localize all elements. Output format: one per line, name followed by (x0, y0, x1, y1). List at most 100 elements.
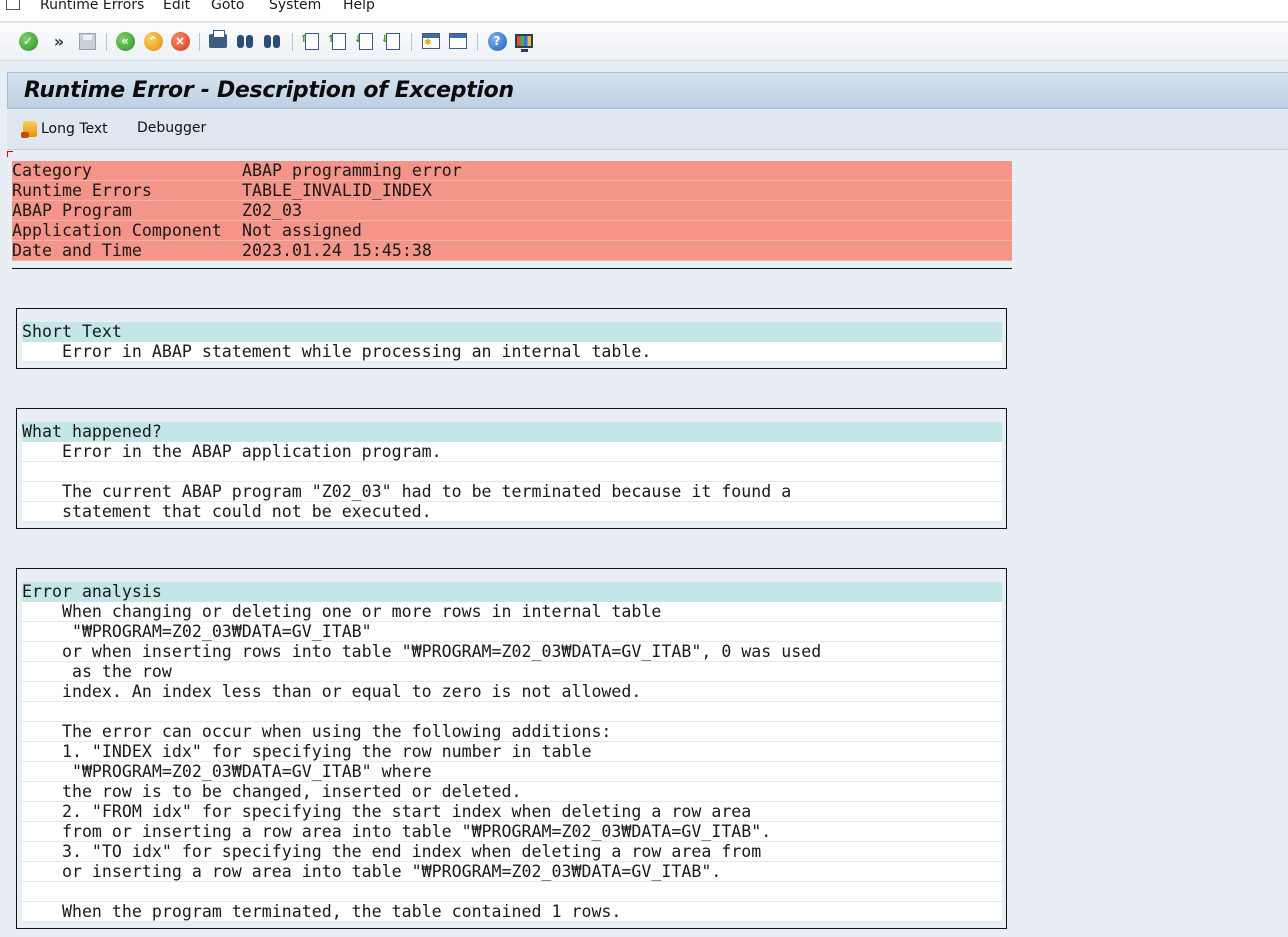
text-line: statement that could not be executed. (22, 502, 1002, 522)
text-line: The error can occur when using the follo… (22, 722, 1002, 742)
text-line: 2. "FROM idx" for specifying the start i… (22, 802, 1002, 822)
text-line (22, 702, 1002, 722)
check-icon: ✓ (18, 31, 38, 51)
toolbar-separator (292, 33, 293, 51)
header-fields: Category ABAP programming error Runtime … (12, 161, 1012, 261)
field-label: ABAP Program (12, 201, 132, 220)
help-button[interactable]: ? (486, 30, 508, 52)
text-line: 3. "TO idx" for specifying the end index… (22, 842, 1002, 862)
previous-page-icon: ↑ (327, 32, 346, 50)
title-bar: Runtime Error - Description of Exception (7, 72, 1288, 109)
header-row-runtime-errors: Runtime Errors TABLE_INVALID_INDEX (12, 181, 1012, 201)
text-line: index. An index less than or equal to ze… (22, 682, 1002, 702)
next-page-button[interactable]: ↓ (354, 30, 377, 52)
save-icon (78, 32, 96, 50)
exit-button[interactable]: ⌃ (142, 30, 164, 52)
menu-edit[interactable]: Edit (163, 0, 190, 13)
error-analysis-section: Error analysis When changing or deleting… (16, 568, 1007, 929)
scroll-icon (21, 120, 39, 138)
section-heading: Error analysis (22, 582, 1002, 602)
back-icon: « (115, 31, 135, 51)
field-value: Z02_03 (242, 201, 302, 220)
text-line: or inserting a row area into table "₩PRO… (22, 862, 1002, 882)
standard-toolbar: ✓ » « ⌃ × ⇑ ↑ ↓ ⇓ ✱ ? (0, 23, 1288, 61)
text-line: "₩PROGRAM=Z02_03₩DATA=GV_ITAB" (22, 622, 1002, 642)
create-session-button[interactable]: ✱ (420, 30, 442, 52)
find-next-button[interactable] (261, 30, 283, 52)
text-line: When changing or deleting one or more ro… (22, 602, 1002, 622)
header-row-category: Category ABAP programming error (12, 161, 1012, 181)
toolbar-separator (477, 33, 478, 51)
text-line (22, 462, 1002, 482)
debugger-label: Debugger (137, 120, 207, 136)
monitor-icon (515, 34, 533, 52)
text-line: or when inserting rows into table "₩PROG… (22, 642, 1002, 662)
long-text-button[interactable]: Long Text (21, 120, 108, 138)
text-line: 1. "INDEX idx" for specifying the row nu… (22, 742, 1002, 762)
exit-icon: ⌃ (143, 31, 163, 51)
what-happened-section: What happened? Error in the ABAP applica… (16, 408, 1007, 529)
last-page-button[interactable]: ⇓ (381, 30, 404, 52)
menu-help[interactable]: Help (343, 0, 375, 13)
field-label: Application Component (12, 221, 222, 240)
save-button[interactable] (76, 30, 98, 52)
create-shortcut-button[interactable] (447, 30, 469, 52)
section-heading: What happened? (22, 422, 1002, 442)
cancel-button[interactable]: × (169, 30, 191, 52)
text-line: the row is to be changed, inserted or de… (22, 782, 1002, 802)
last-page-icon: ⇓ (381, 32, 400, 50)
field-label: Date and Time (12, 241, 142, 260)
binoculars-plus-icon (263, 33, 281, 49)
short-text-section: Short Text Error in ABAP statement while… (16, 308, 1007, 369)
command-field-toggle[interactable]: » (48, 30, 70, 52)
text-line: Error in ABAP statement while processing… (22, 342, 1002, 362)
menu-icon[interactable] (6, 0, 20, 10)
binoculars-icon (236, 33, 254, 49)
text-line: from or inserting a row area into table … (22, 822, 1002, 842)
focus-corner (7, 151, 13, 157)
first-page-button[interactable]: ⇑ (300, 30, 323, 52)
new-session-icon: ✱ (422, 33, 440, 49)
next-page-icon: ↓ (354, 32, 373, 50)
shortcut-icon (449, 33, 467, 49)
page-title: Runtime Error - Description of Exception (24, 78, 514, 103)
field-value: TABLE_INVALID_INDEX (242, 181, 432, 200)
toolbar-separator (106, 33, 107, 51)
field-value: Not assigned (242, 221, 362, 240)
layout-menu-button[interactable] (513, 30, 535, 52)
find-button[interactable] (234, 30, 256, 52)
header-divider (12, 268, 1012, 269)
first-page-icon: ⇑ (300, 32, 319, 50)
menu-runtime-errors[interactable]: Runtime Errors (40, 0, 144, 13)
enter-button[interactable]: ✓ (17, 30, 39, 52)
debugger-button[interactable]: Debugger (137, 120, 206, 136)
back-button[interactable]: « (114, 30, 136, 52)
help-icon: ? (487, 31, 507, 51)
print-button[interactable] (207, 30, 229, 52)
menu-goto[interactable]: Goto (211, 0, 244, 13)
field-value: ABAP programming error (242, 161, 462, 180)
application-toolbar: Long Text Debugger (7, 110, 1288, 150)
long-text-label: Long Text (41, 121, 108, 137)
text-line: The current ABAP program "Z02_03" had to… (22, 482, 1002, 502)
text-line (22, 882, 1002, 902)
double-chevron-icon: » (53, 31, 65, 51)
header-row-abap-program: ABAP Program Z02_03 (12, 201, 1012, 221)
previous-page-button[interactable]: ↑ (327, 30, 350, 52)
field-label: Runtime Errors (12, 181, 152, 200)
toolbar-separator (411, 33, 412, 51)
header-row-date-and-time: Date and Time 2023.01.24 15:45:38 (12, 241, 1012, 261)
text-line: When the program terminated, the table c… (22, 902, 1002, 922)
header-row-application-component: Application Component Not assigned (12, 221, 1012, 241)
menu-bar: Runtime Errors Edit Goto System Help (0, 0, 1288, 22)
menu-system[interactable]: System (269, 0, 321, 13)
field-label: Category (12, 161, 92, 180)
text-line: "₩PROGRAM=Z02_03₩DATA=GV_ITAB" where (22, 762, 1002, 782)
text-line: Error in the ABAP application program. (22, 442, 1002, 462)
cancel-icon: × (170, 31, 190, 51)
section-heading: Short Text (22, 322, 1002, 342)
text-line: as the row (22, 662, 1002, 682)
printer-icon (209, 30, 227, 48)
field-value: 2023.01.24 15:45:38 (242, 241, 432, 260)
toolbar-separator (199, 33, 200, 51)
